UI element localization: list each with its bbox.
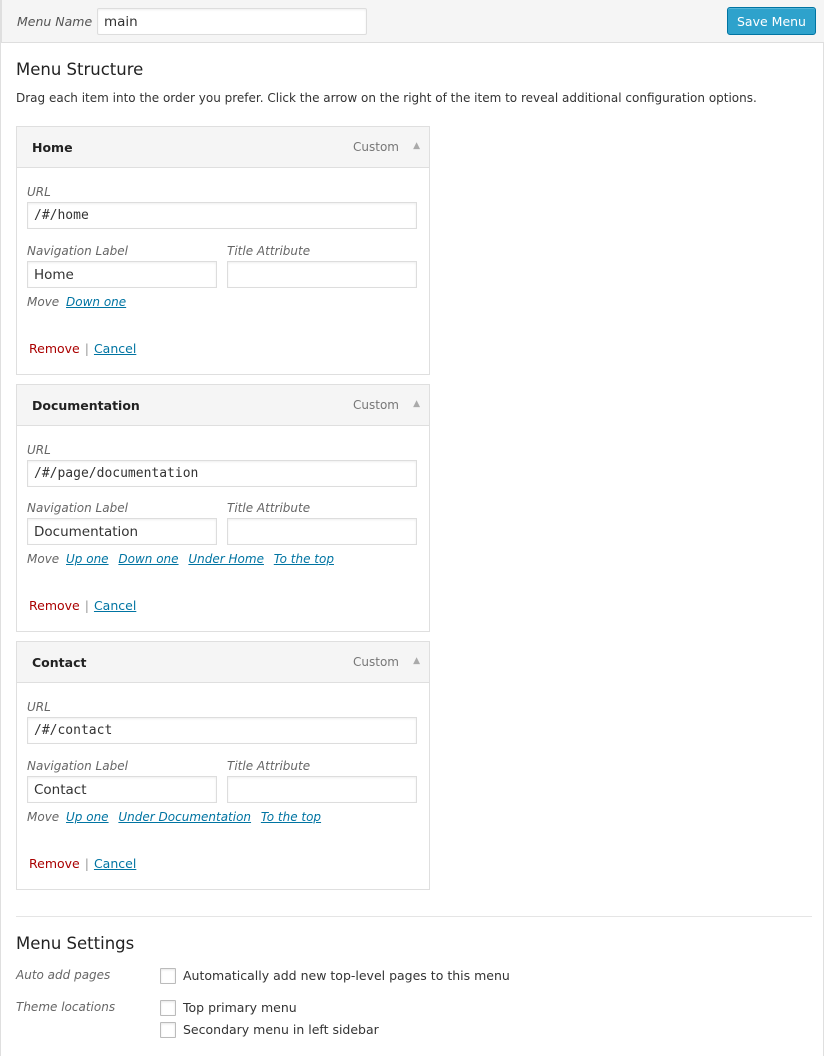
menu-item-handle[interactable]: Home Custom ▲ — [17, 127, 429, 168]
menu-item-handle[interactable]: Contact Custom ▲ — [17, 642, 429, 683]
location-top-label[interactable]: Top primary menu — [183, 1000, 297, 1015]
menu-name-label: Menu Name — [17, 14, 93, 29]
separator: | — [84, 598, 89, 613]
menu-settings-heading: Menu Settings — [16, 934, 135, 953]
cancel-link[interactable]: Cancel — [94, 856, 136, 871]
url-label: URL — [27, 443, 51, 457]
menu-name-input[interactable] — [97, 8, 367, 35]
collapse-arrow-icon[interactable]: ▲ — [413, 399, 420, 409]
menu-header: Menu Name Save Menu — [1, 0, 824, 43]
menu-item-type: Custom — [353, 140, 399, 154]
save-menu-button[interactable]: Save Menu — [727, 7, 816, 35]
title-attr-label: Title Attribute — [227, 501, 311, 515]
move-down-one-link[interactable]: Down one — [66, 295, 126, 309]
move-up-one-link[interactable]: Up one — [66, 810, 109, 824]
move-row: Move Down one — [27, 295, 129, 309]
move-to-top-link[interactable]: To the top — [261, 810, 321, 824]
menu-structure-heading: Menu Structure — [16, 60, 144, 79]
title-attr-field[interactable] — [227, 261, 417, 288]
url-label: URL — [27, 700, 51, 714]
nav-label-label: Navigation Label — [27, 759, 128, 773]
menu-item-documentation: Documentation Custom ▲ URL Navigation La… — [16, 384, 430, 632]
nav-label-field[interactable] — [27, 261, 217, 288]
move-to-top-link[interactable]: To the top — [274, 552, 334, 566]
auto-add-label: Auto add pages — [16, 968, 111, 982]
remove-link[interactable]: Remove — [29, 598, 80, 613]
structure-instructions: Drag each item into the order you prefer… — [16, 91, 757, 105]
separator: | — [84, 856, 89, 871]
title-attr-field[interactable] — [227, 518, 417, 545]
collapse-arrow-icon[interactable]: ▲ — [413, 141, 420, 151]
move-down-one-link[interactable]: Down one — [118, 552, 178, 566]
nav-label-label: Navigation Label — [27, 501, 128, 515]
menu-item-home: Home Custom ▲ URL Navigation Label Title… — [16, 126, 430, 375]
menu-editor: Menu Name Save Menu Menu Structure Drag … — [0, 0, 824, 1056]
move-under-home-link[interactable]: Under Home — [188, 552, 264, 566]
move-under-documentation-link[interactable]: Under Documentation — [118, 810, 251, 824]
move-row: Move Up one Down one Under Home To the t… — [27, 552, 337, 566]
item-actions: Remove | Cancel — [29, 598, 136, 613]
item-actions: Remove | Cancel — [29, 856, 136, 871]
separator: | — [84, 341, 89, 356]
nav-label-field[interactable] — [27, 518, 217, 545]
move-label: Move — [27, 552, 60, 566]
auto-add-checkbox[interactable] — [160, 968, 176, 984]
menu-item-title: Documentation — [32, 398, 140, 413]
menu-item-title: Home — [32, 140, 73, 155]
item-actions: Remove | Cancel — [29, 341, 136, 356]
menu-item-contact: Contact Custom ▲ URL Navigation Label Ti… — [16, 641, 430, 890]
nav-label-label: Navigation Label — [27, 244, 128, 258]
menu-item-title: Contact — [32, 655, 87, 670]
location-top-checkbox[interactable] — [160, 1000, 176, 1016]
menu-item-handle[interactable]: Documentation Custom ▲ — [17, 385, 429, 426]
remove-link[interactable]: Remove — [29, 856, 80, 871]
move-row: Move Up one Under Documentation To the t… — [27, 810, 324, 824]
move-up-one-link[interactable]: Up one — [66, 552, 109, 566]
cancel-link[interactable]: Cancel — [94, 598, 136, 613]
title-attr-label: Title Attribute — [227, 244, 311, 258]
remove-link[interactable]: Remove — [29, 341, 80, 356]
menu-item-type: Custom — [353, 655, 399, 669]
move-label: Move — [27, 295, 60, 309]
location-secondary-label[interactable]: Secondary menu in left sidebar — [183, 1022, 379, 1037]
section-divider — [16, 916, 812, 917]
menu-item-type: Custom — [353, 398, 399, 412]
url-field[interactable] — [27, 717, 417, 744]
title-attr-label: Title Attribute — [227, 759, 311, 773]
location-secondary-checkbox[interactable] — [160, 1022, 176, 1038]
nav-label-field[interactable] — [27, 776, 217, 803]
collapse-arrow-icon[interactable]: ▲ — [413, 656, 420, 666]
move-label: Move — [27, 810, 60, 824]
url-label: URL — [27, 185, 51, 199]
auto-add-option-label[interactable]: Automatically add new top-level pages to… — [183, 968, 510, 983]
url-field[interactable] — [27, 202, 417, 229]
cancel-link[interactable]: Cancel — [94, 341, 136, 356]
title-attr-field[interactable] — [227, 776, 417, 803]
theme-locations-label: Theme locations — [16, 1000, 116, 1014]
url-field[interactable] — [27, 460, 417, 487]
